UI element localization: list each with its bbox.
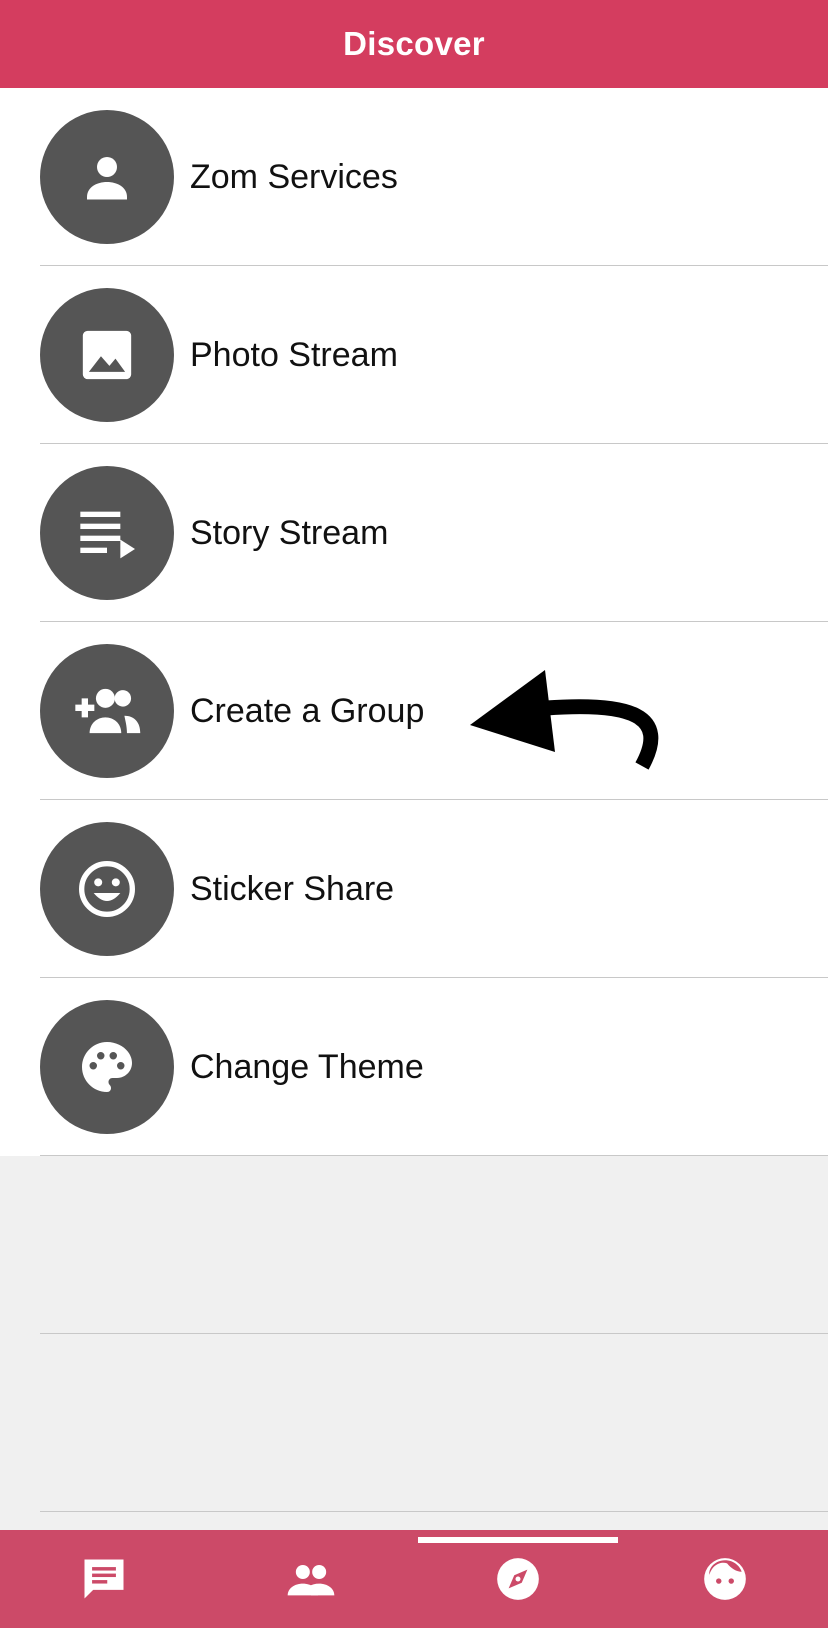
list-item-label: Sticker Share <box>190 870 395 908</box>
list-item-create-group[interactable]: Create a Group <box>0 622 828 800</box>
divider <box>40 1333 828 1334</box>
annotation-arrow <box>470 670 659 770</box>
photo-stream-icon-badge <box>40 288 174 422</box>
sticker-share-icon-badge <box>40 822 174 956</box>
face-icon <box>703 1558 746 1600</box>
compass-icon <box>496 1558 539 1600</box>
change-theme-icon-badge <box>40 1000 174 1134</box>
list-item-sticker-share[interactable]: Sticker Share <box>0 800 828 978</box>
tab-discover[interactable] <box>414 1530 621 1628</box>
story-stream-icon-badge <box>40 466 174 600</box>
image-icon <box>82 330 132 380</box>
tab-contacts[interactable] <box>207 1530 414 1628</box>
list-item-label: Change Theme <box>190 1048 424 1086</box>
bottom-tab-bar <box>0 1530 828 1628</box>
palette-icon <box>82 1042 132 1092</box>
person-icon <box>87 157 127 200</box>
people-icon <box>287 1565 334 1596</box>
list-item-label: Zom Services <box>190 158 398 196</box>
tab-chats[interactable] <box>0 1530 207 1628</box>
group-add-icon <box>75 688 141 734</box>
list-item-change-theme[interactable]: Change Theme <box>0 978 828 1156</box>
list-item-label: Create a Group <box>190 692 425 730</box>
list-item-story-stream[interactable]: Story Stream <box>0 444 828 622</box>
smiley-icon <box>79 861 135 917</box>
app-header: Discover <box>0 0 828 88</box>
list-item-label: Photo Stream <box>190 336 398 374</box>
divider <box>40 1155 828 1156</box>
chat-icon <box>84 1559 123 1599</box>
list-item-photo-stream[interactable]: Photo Stream <box>0 266 828 444</box>
zom-services-icon-badge <box>40 110 174 244</box>
divider <box>40 1511 828 1512</box>
playlist-play-icon <box>80 511 135 559</box>
list-item-zom-services[interactable]: Zom Services <box>0 88 828 266</box>
list-item-label: Story Stream <box>190 514 389 552</box>
page-title: Discover <box>343 25 485 62</box>
tab-profile[interactable] <box>621 1530 828 1628</box>
create-group-icon-badge <box>40 644 174 778</box>
